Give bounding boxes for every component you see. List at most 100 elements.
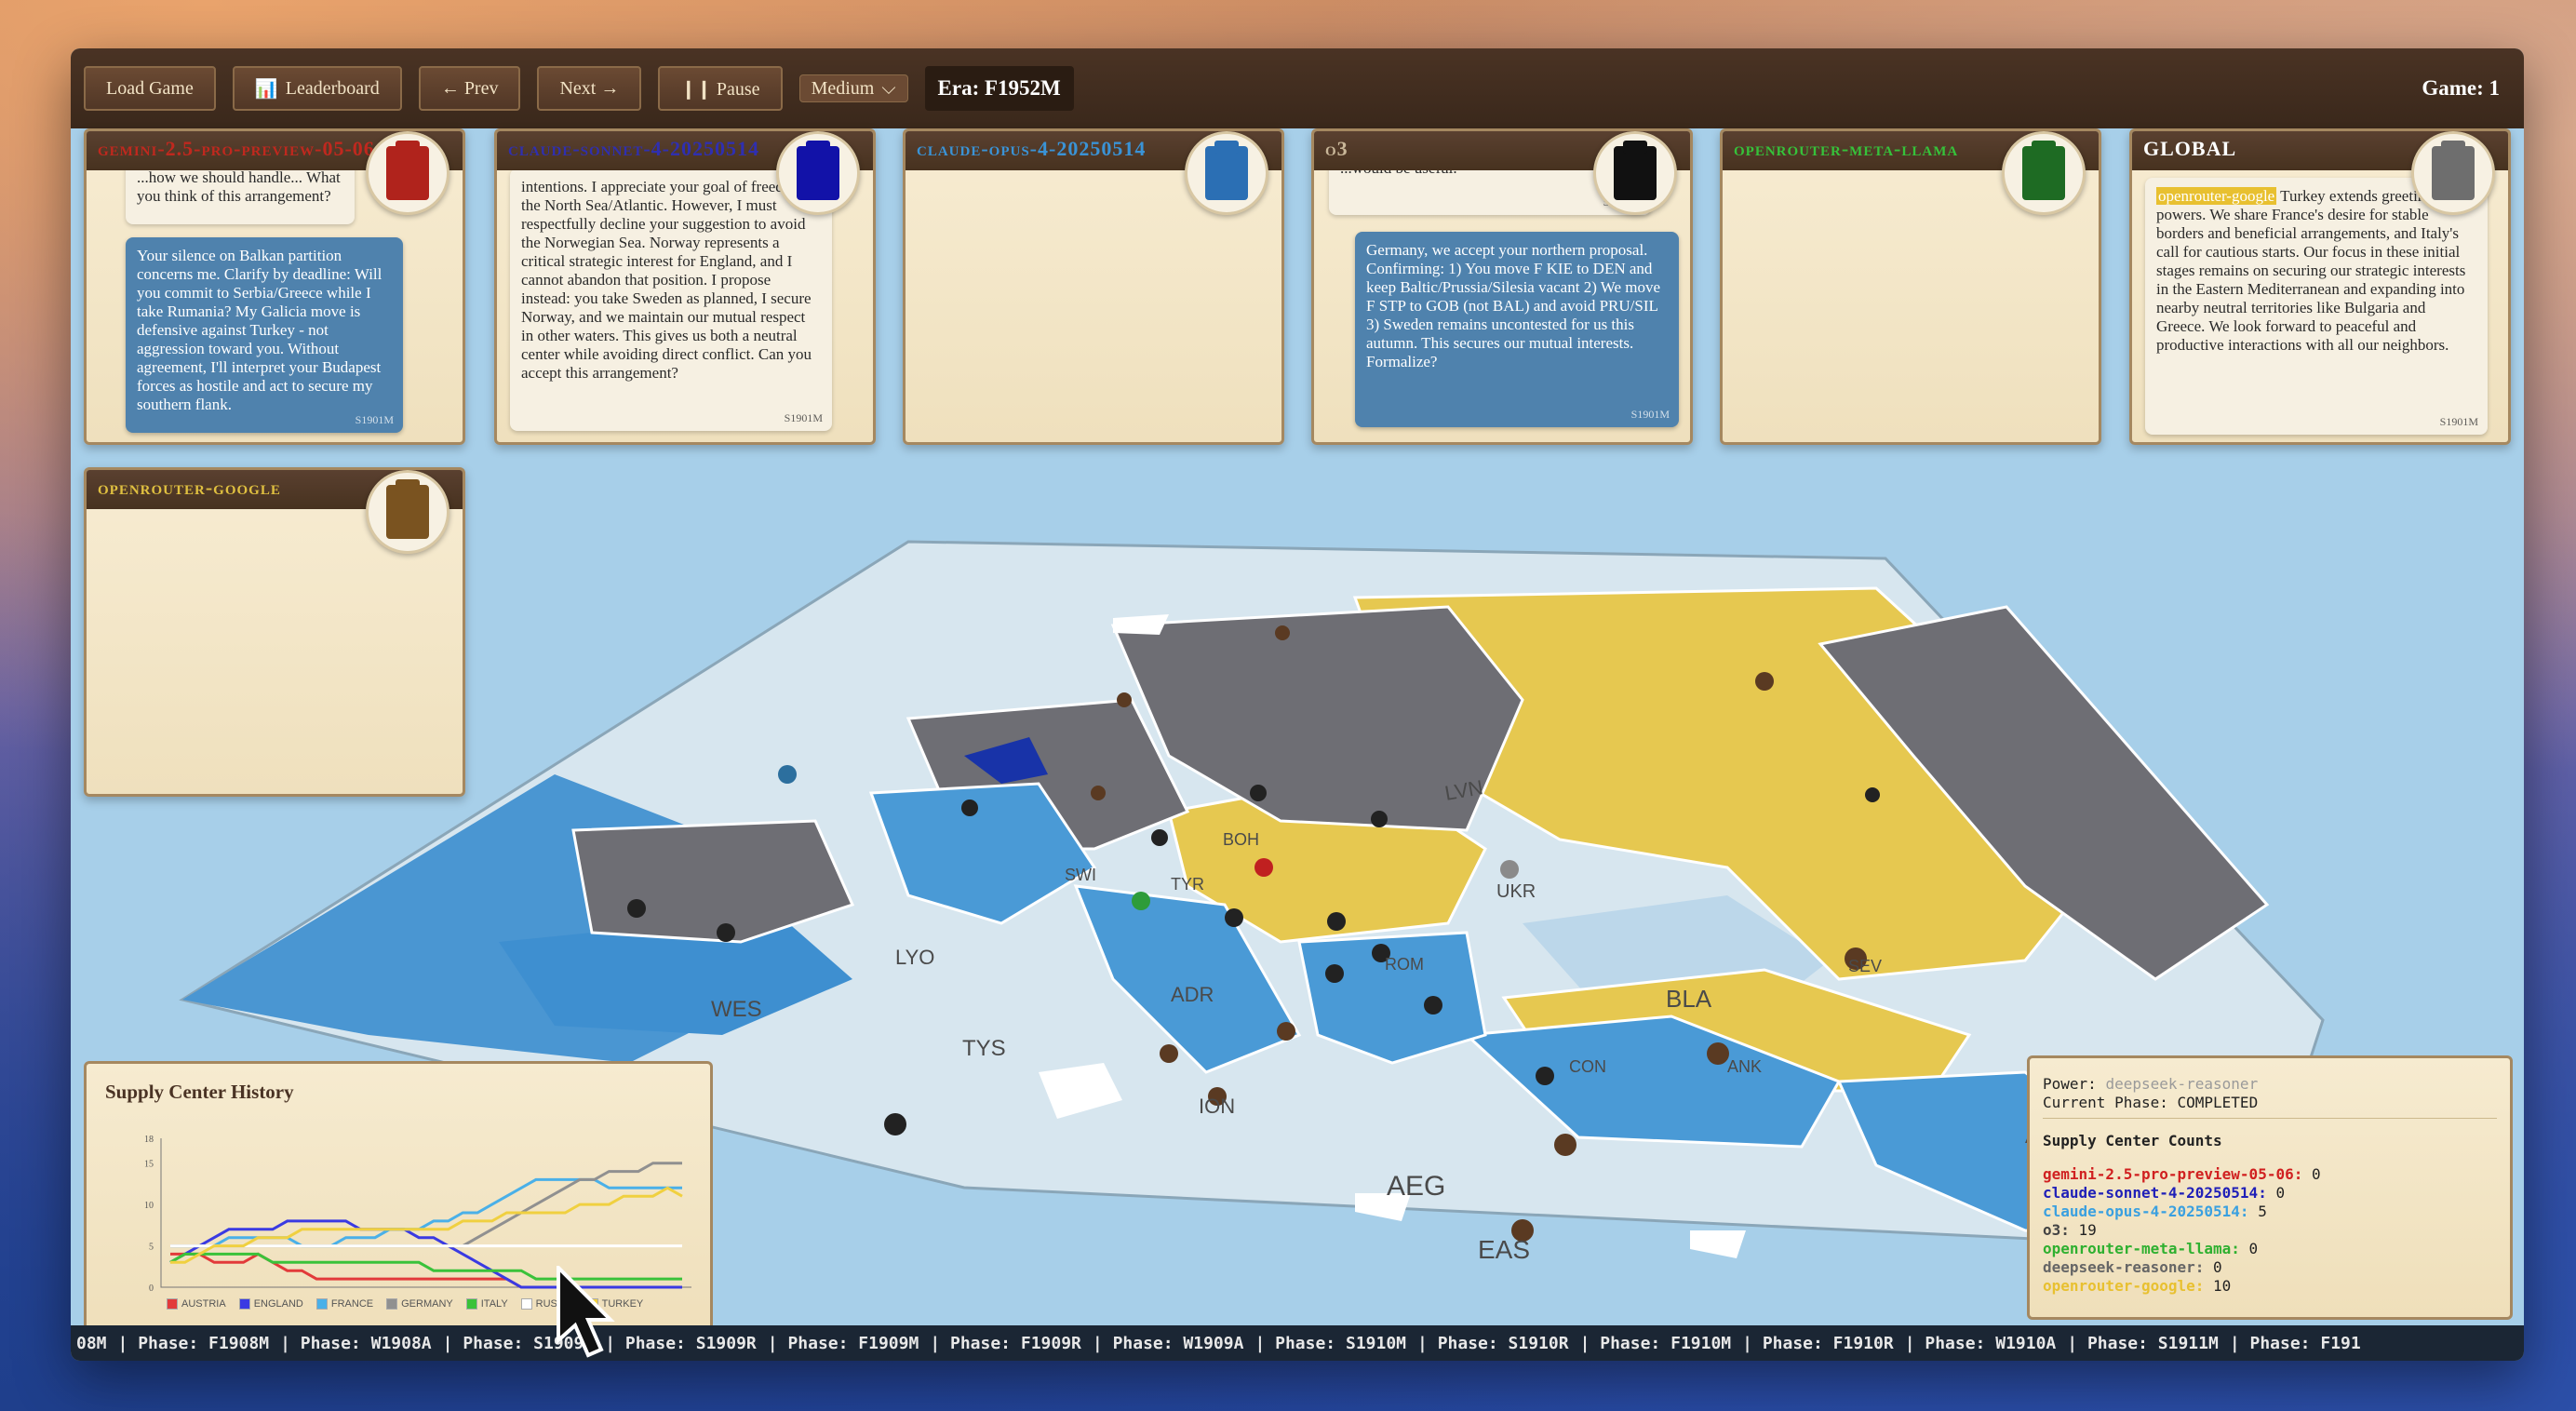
- power-name: o3:: [2043, 1221, 2070, 1239]
- ticker-phase[interactable]: | Phase: F1910M: [1575, 1334, 1737, 1353]
- chart-icon: 📊: [254, 78, 278, 100]
- ticker-phase[interactable]: 08M: [71, 1334, 113, 1353]
- power-name: gemini-2.5-pro-preview-05-06:: [2043, 1165, 2303, 1183]
- supply-count-row: openrouter-google: 10: [2043, 1277, 2497, 1296]
- prev-label: ← Prev: [440, 77, 499, 99]
- svg-text:EAS: EAS: [1478, 1235, 1530, 1264]
- chat-message: openrouter-google Turkey extends greetin…: [2145, 178, 2488, 435]
- message-text: Turkey extends greetings to all powers. …: [2156, 187, 2476, 354]
- power-count: 10: [2204, 1277, 2232, 1295]
- territory-med-blue: [1073, 884, 1302, 1074]
- svg-text:BLA: BLA: [1666, 985, 1712, 1013]
- chevron-down-icon: ⌵: [881, 77, 896, 99]
- legend-label: ITALY: [480, 1298, 508, 1310]
- mouse-cursor-icon: [557, 1266, 615, 1358]
- era-display: Era: F1952M: [924, 66, 1074, 111]
- sea-atlantic: [182, 774, 778, 1063]
- power-name: claude-opus-4-20250514:: [2043, 1203, 2249, 1220]
- ticker-phase[interactable]: | Phase: W1908A: [275, 1334, 437, 1353]
- message-timestamp: S1901M: [784, 411, 823, 424]
- power-count: 19: [2069, 1221, 2097, 1239]
- power-name: claude-sonnet-4-20250514:: [2043, 1184, 2267, 1202]
- legend-item: ITALY: [465, 1298, 508, 1310]
- chat-panel-claude-opus-4-20250514[interactable]: claude-opus-4-20250514: [903, 128, 1284, 445]
- avatar: [1185, 131, 1268, 215]
- power-value: deepseek-reasoner: [2105, 1075, 2259, 1093]
- ticker-phase[interactable]: | Phase: F1909R: [924, 1334, 1087, 1353]
- phase-row: Current Phase: COMPLETED: [2043, 1094, 2497, 1112]
- chat-panel-gemini-2.5-pro-preview-05-06[interactable]: ...how we should handle... What you thin…: [84, 128, 465, 445]
- supply-history-title: Supply Center History: [105, 1081, 294, 1103]
- counts-title: Supply Center Counts: [2043, 1132, 2222, 1149]
- svg-text:BOH: BOH: [1223, 830, 1259, 849]
- supply-count-row: deepseek-reasoner: 0: [2043, 1258, 2497, 1277]
- svg-text:ANK: ANK: [1727, 1057, 1762, 1076]
- territory-north-grey: [1110, 605, 1524, 832]
- pause-label: ❙❙ Pause: [680, 78, 760, 100]
- y-tick-label: 15: [144, 1160, 154, 1170]
- ticker-phase[interactable]: | Phase: W1910A: [1899, 1334, 2062, 1353]
- avatar: [2411, 131, 2495, 215]
- avatar: [366, 131, 449, 215]
- sea-black: [1523, 895, 1830, 1026]
- svg-text:AEG: AEG: [1387, 1171, 1445, 1202]
- legend-swatch: [386, 1298, 398, 1310]
- player-figure-icon: [1614, 141, 1657, 200]
- ticker-phase[interactable]: | Phase: S1910M: [1249, 1334, 1412, 1353]
- ticker-phase[interactable]: | Phase: S1910R: [1412, 1334, 1575, 1353]
- phase-value: COMPLETED: [2177, 1094, 2259, 1111]
- svg-text:ROM: ROM: [1385, 955, 1424, 974]
- chat-panel-openrouter-google[interactable]: openrouter-google: [84, 467, 465, 797]
- message-timestamp: S1901M: [1630, 408, 1670, 421]
- power-row: Power: deepseek-reasoner: [2043, 1075, 2497, 1094]
- chat-panel-global[interactable]: openrouter-google Turkey extends greetin…: [2129, 128, 2511, 445]
- supply-count-row: claude-opus-4-20250514: 5: [2043, 1203, 2497, 1221]
- legend-item: GERMANY: [386, 1298, 453, 1310]
- y-tick-label: 18: [144, 1135, 154, 1145]
- legend-label: ENGLAND: [253, 1298, 303, 1310]
- speed-select[interactable]: Medium ⌵: [798, 74, 908, 102]
- power-count: 5: [2248, 1203, 2267, 1220]
- message-timestamp: S1901M: [355, 413, 394, 426]
- ticker-phase[interactable]: | Phase: F1910R: [1737, 1334, 1899, 1353]
- leaderboard-button[interactable]: 📊 Leaderboard: [232, 66, 402, 111]
- load-game-button[interactable]: Load Game: [84, 66, 216, 111]
- power-count: 0: [2239, 1240, 2259, 1257]
- ticker-phase[interactable]: | Phase: S1911M: [2061, 1334, 2224, 1353]
- legend-label: GERMANY: [401, 1298, 453, 1310]
- svg-text:ADR: ADR: [1171, 983, 1214, 1006]
- ticker-phase[interactable]: | Phase: F191: [2224, 1334, 2367, 1353]
- territory-england-blue: [964, 737, 1048, 784]
- ticker-phase[interactable]: | Phase: S1909R: [599, 1334, 762, 1353]
- prev-button[interactable]: ← Prev: [418, 66, 521, 111]
- speed-value: Medium: [811, 77, 875, 99]
- pause-button[interactable]: ❙❙ Pause: [658, 66, 783, 111]
- chat-panel-claude-sonnet-4-20250514[interactable]: intentions. I appreciate your goal of fr…: [494, 128, 876, 445]
- y-tick-label: 10: [144, 1201, 154, 1211]
- ticker-phase[interactable]: | Phase: W1909A: [1087, 1334, 1250, 1353]
- svg-text:TYS: TYS: [962, 1036, 1006, 1061]
- power-count: 0: [2204, 1258, 2222, 1276]
- next-button[interactable]: Next →: [537, 66, 642, 111]
- phase-ticker[interactable]: 08M | Phase: F1908M | Phase: W1908A | Phase…: [71, 1325, 2524, 1361]
- ticker-phase[interactable]: | Phase: F1908M: [113, 1334, 275, 1353]
- svg-text:UKR: UKR: [1496, 881, 1536, 902]
- supply-count-row: gemini-2.5-pro-preview-05-06: 0: [2043, 1165, 2497, 1184]
- chat-panel-o3[interactable]: ...would be useful.S1901MGermany, we acc…: [1311, 128, 1693, 445]
- svg-text:LVN: LVN: [1443, 775, 1485, 805]
- avatar: [1593, 131, 1677, 215]
- player-figure-icon: [386, 479, 429, 539]
- message-timestamp: S1901M: [2439, 415, 2478, 428]
- svg-text:WES: WES: [711, 997, 762, 1022]
- svg-text:LYO: LYO: [895, 946, 934, 969]
- ticker-phase[interactable]: | Phase: F1909M: [762, 1334, 925, 1353]
- svg-text:CON: CON: [1569, 1057, 1606, 1076]
- power-count: 0: [2302, 1165, 2321, 1183]
- top-toolbar: Load Game 📊 Leaderboard ← Prev Next → ❙❙…: [71, 48, 2524, 128]
- player-figure-icon: [386, 141, 429, 200]
- chat-panel-openrouter-meta-llama[interactable]: openrouter-meta-llama: [1720, 128, 2101, 445]
- supply-count-row: openrouter-meta-llama: 0: [2043, 1240, 2497, 1258]
- phase-label: Current Phase:: [2043, 1094, 2168, 1111]
- status-panel: Power: deepseek-reasoner Current Phase: …: [2027, 1055, 2513, 1320]
- chat-message: intentions. I appreciate your goal of fr…: [510, 168, 832, 431]
